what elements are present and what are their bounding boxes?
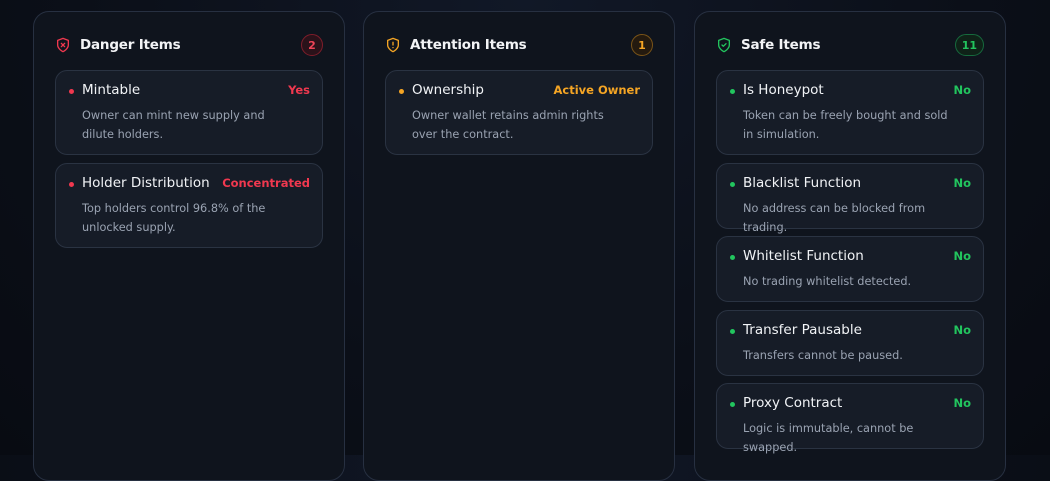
list-item[interactable]: Proxy Contract No Logic is immutable, ca…	[716, 383, 984, 454]
item-name: Proxy Contract	[743, 395, 843, 411]
status-dot	[69, 89, 74, 94]
danger-title: Danger Items	[80, 37, 181, 53]
item-status: No	[953, 83, 971, 97]
safe-count-badge: 11	[954, 34, 984, 56]
attention-items-panel: Attention Items 1 Ownership Active Owner…	[363, 11, 675, 481]
item-description: Owner wallet retains admin rights over t…	[412, 109, 604, 141]
list-item[interactable]: Blacklist Function No No address can be …	[716, 163, 984, 234]
item-name: Blacklist Function	[743, 175, 862, 191]
item-status: Concentrated	[222, 176, 310, 190]
list-item[interactable]: Is Honeypot No Token can be freely bough…	[716, 70, 984, 155]
status-dot	[399, 89, 404, 94]
item-status: Active Owner	[553, 83, 640, 97]
attention-title: Attention Items	[410, 37, 527, 53]
item-name: Ownership	[412, 82, 484, 98]
item-description: Transfers cannot be paused.	[743, 349, 903, 362]
item-status: No	[953, 323, 971, 337]
item-description: Owner can mint new supply and dilute hol…	[82, 109, 265, 141]
safe-header: Safe Items 11	[716, 34, 984, 56]
item-name: Transfer Pausable	[743, 322, 862, 338]
item-description: Top holders control 96.8% of the unlocke…	[82, 202, 266, 234]
list-item[interactable]: Holder Distribution Concentrated Top hol…	[55, 163, 323, 248]
item-status: No	[953, 176, 971, 190]
status-dot	[730, 182, 735, 187]
item-name: Holder Distribution	[82, 175, 210, 191]
item-name: Is Honeypot	[743, 82, 824, 98]
item-status: No	[953, 249, 971, 263]
status-dot	[730, 402, 735, 407]
danger-header: Danger Items 2	[55, 34, 323, 56]
item-name: Mintable	[82, 82, 141, 98]
shield-x-icon	[55, 37, 71, 53]
list-item[interactable]: Ownership Active Owner Owner wallet reta…	[385, 70, 653, 155]
item-description: Logic is immutable, cannot be swapped.	[743, 422, 914, 454]
item-status: No	[953, 396, 971, 410]
safe-items-panel: Safe Items 11 Is Honeypot No Token can b…	[694, 11, 1006, 481]
item-description: No trading whitelist detected.	[743, 275, 912, 288]
list-item[interactable]: Transfer Pausable No Transfers cannot be…	[716, 310, 984, 376]
item-description: No address can be blocked from trading.	[743, 202, 926, 234]
status-dot	[730, 329, 735, 334]
attention-header: Attention Items 1	[385, 34, 653, 56]
shield-alert-icon	[385, 37, 401, 53]
danger-items-panel: Danger Items 2 Mintable Yes Owner can mi…	[33, 11, 345, 481]
list-item[interactable]: Mintable Yes Owner can mint new supply a…	[55, 70, 323, 155]
safe-title: Safe Items	[741, 37, 821, 53]
attention-count-badge: 1	[631, 34, 653, 56]
status-dot	[730, 89, 735, 94]
status-dot	[730, 255, 735, 260]
status-dot	[69, 182, 74, 187]
shield-check-icon	[716, 37, 732, 53]
item-name: Whitelist Function	[743, 248, 864, 264]
danger-count-badge: 2	[301, 34, 323, 56]
list-item[interactable]: Whitelist Function No No trading whiteli…	[716, 236, 984, 302]
item-status: Yes	[288, 83, 310, 97]
item-description: Token can be freely bought and sold in s…	[743, 109, 948, 141]
